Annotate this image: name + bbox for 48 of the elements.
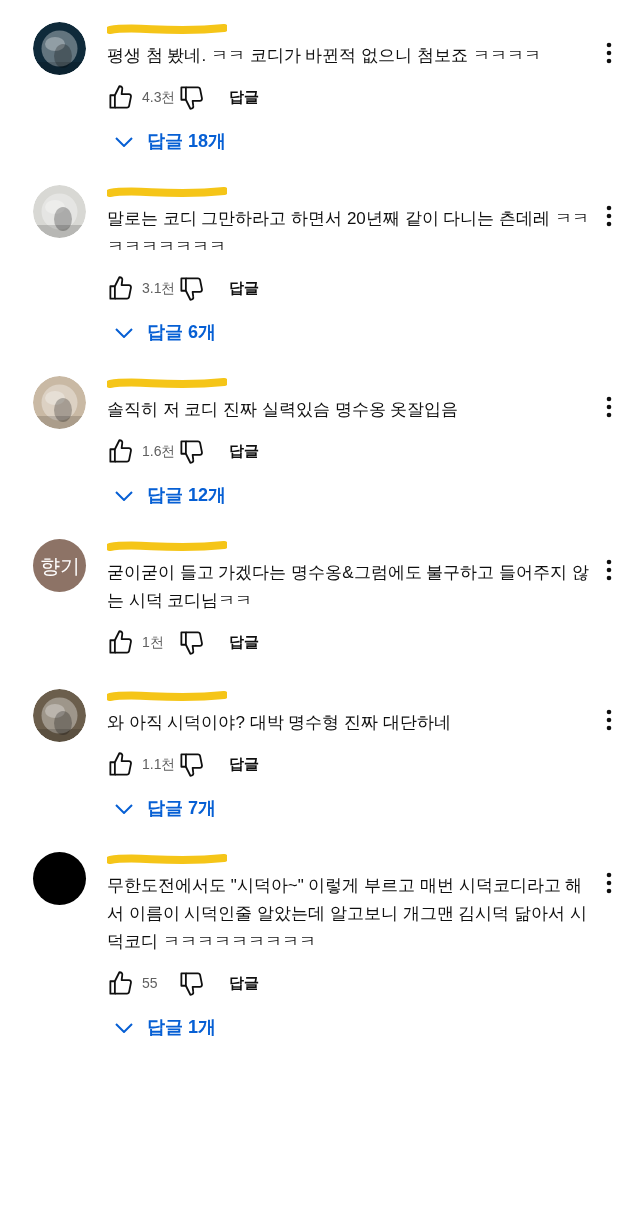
replies-toggle[interactable]: 답글 1개	[115, 1014, 216, 1041]
like-icon[interactable]	[107, 969, 134, 997]
replies-toggle[interactable]: 답글 7개	[115, 795, 216, 822]
reply-button[interactable]: 답글	[229, 276, 259, 300]
like-count: 1.6천	[142, 441, 177, 461]
more-options-icon[interactable]	[606, 396, 612, 418]
dislike-icon[interactable]	[178, 83, 205, 111]
like-count: 1천	[142, 632, 165, 652]
like-icon[interactable]	[107, 750, 134, 778]
comment-text: 무한도전에서도 "시덕아~" 이렇게 부르고 매번 시덕코디라고 해서 이름이 시덕인줄 알았는데 알고보니 개그맨 김시덕 닮아서 시덕코디 ㅋㅋㅋㅋㅋㅋㅋㅋㅋ	[107, 875, 588, 953]
chevron-down-icon	[115, 327, 133, 338]
reply-button[interactable]: 답글	[229, 752, 259, 776]
more-options-icon[interactable]	[606, 559, 612, 581]
comment-text: 평생 첨 봤네. ㅋㅋ 코디가 바뀐적 없으니 첨보죠 ㅋㅋㅋㅋ	[107, 45, 542, 67]
more-options-icon[interactable]	[606, 42, 612, 64]
avatar[interactable]: 향기	[33, 539, 86, 592]
replies-toggle[interactable]: 답글 12개	[115, 482, 227, 509]
replies-toggle[interactable]: 답글 18개	[115, 128, 227, 155]
comment-text: 말로는 코디 그만하라고 하면서 20년째 같이 다니는 츤데레 ㅋㅋㅋㅋㅋㅋㅋㅋㅋ	[107, 208, 590, 258]
chevron-down-icon	[115, 803, 133, 814]
reply-button[interactable]: 답글	[229, 85, 259, 109]
more-options-icon[interactable]	[606, 709, 612, 731]
like-icon[interactable]	[107, 274, 134, 302]
dislike-icon[interactable]	[178, 274, 205, 302]
like-count: 3.1천	[142, 278, 177, 298]
dislike-icon[interactable]	[178, 750, 205, 778]
comment-text: 굳이굳이 들고 가겠다는 명수옹&그럼에도 불구하고 들어주지 않는 시덕 코디님ㅋㅋ	[107, 562, 590, 612]
reply-button[interactable]: 답글	[229, 630, 259, 654]
reply-button[interactable]: 답글	[229, 439, 259, 463]
comment-text: 솔직히 저 코디 진짜 실력있슴 명수옹 옷잘입음	[107, 399, 460, 421]
dislike-icon[interactable]	[178, 437, 205, 465]
chevron-down-icon	[115, 490, 133, 501]
more-options-icon[interactable]	[606, 205, 612, 227]
avatar[interactable]	[33, 852, 86, 905]
chevron-down-icon	[115, 1022, 133, 1033]
dislike-icon[interactable]	[178, 969, 205, 997]
like-icon[interactable]	[107, 437, 134, 465]
reply-button[interactable]: 답글	[229, 971, 259, 995]
like-count: 55	[142, 973, 159, 993]
like-icon[interactable]	[107, 83, 134, 111]
like-icon[interactable]	[107, 628, 134, 656]
like-count: 4.3천	[142, 87, 177, 107]
chevron-down-icon	[115, 136, 133, 147]
dislike-icon[interactable]	[178, 628, 205, 656]
more-options-icon[interactable]	[606, 872, 612, 894]
replies-toggle[interactable]: 답글 6개	[115, 319, 216, 346]
comment-text: 와 아직 시덕이야? 대박 명수형 진짜 대단하네	[107, 712, 452, 734]
like-count: 1.1천	[142, 754, 177, 774]
